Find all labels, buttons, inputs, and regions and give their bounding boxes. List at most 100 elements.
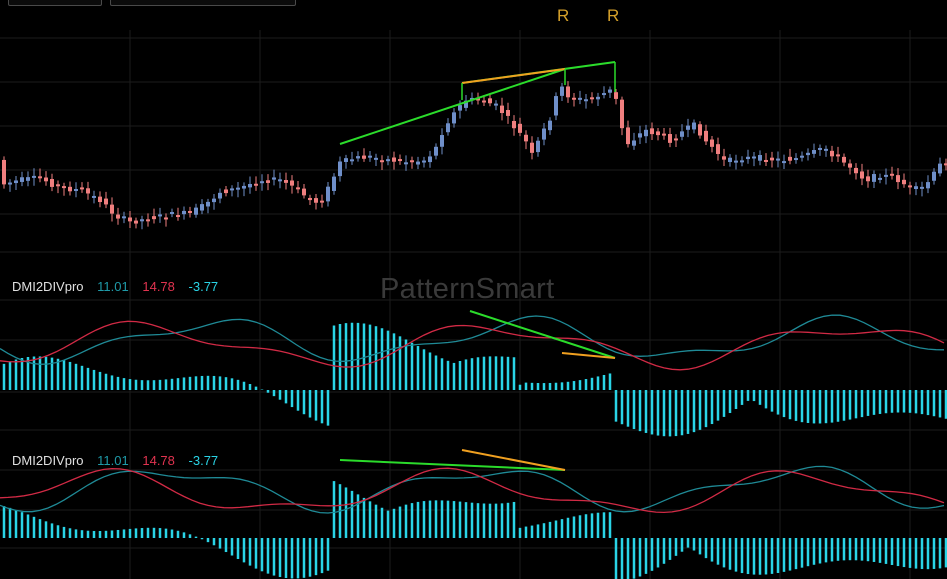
di-plus-value: 11.01 bbox=[97, 453, 129, 468]
candle-body bbox=[182, 210, 186, 215]
candle-body bbox=[614, 92, 618, 99]
candle-body bbox=[374, 157, 378, 160]
candle-body bbox=[164, 217, 168, 220]
candle-body bbox=[584, 99, 588, 102]
candle-body bbox=[866, 176, 870, 182]
candle-body bbox=[440, 135, 444, 147]
candle-body bbox=[728, 157, 732, 163]
candle-body bbox=[146, 219, 150, 222]
candle-body bbox=[506, 110, 510, 116]
candle-body bbox=[782, 161, 786, 164]
indicator-name: DMI2DIVpro bbox=[12, 453, 84, 468]
candle-body bbox=[248, 183, 252, 188]
candle-body bbox=[896, 175, 900, 183]
candle-body bbox=[686, 125, 690, 130]
candle-body bbox=[236, 187, 240, 190]
candle-body bbox=[830, 150, 834, 157]
candle-body bbox=[242, 185, 246, 189]
candle-body bbox=[620, 99, 624, 129]
toolbar-box-right[interactable] bbox=[110, 0, 296, 6]
candle-body bbox=[794, 158, 798, 161]
candle-body bbox=[848, 163, 852, 168]
candle-body bbox=[386, 159, 390, 162]
toolbar-box-left[interactable] bbox=[8, 0, 102, 6]
candle-body bbox=[932, 171, 936, 181]
candle-body bbox=[704, 130, 708, 142]
candle-body bbox=[512, 120, 516, 129]
candle-body bbox=[362, 155, 366, 159]
candle-body bbox=[224, 189, 228, 194]
candle-body bbox=[854, 167, 858, 174]
candle-body bbox=[2, 159, 6, 185]
candle-body bbox=[272, 177, 276, 180]
candle-body bbox=[134, 220, 138, 224]
candle-body bbox=[158, 214, 162, 217]
candle-body bbox=[260, 181, 264, 184]
indicator-legend-2: DMI2DIVpro 11.01 14.78 -3.77 bbox=[12, 453, 228, 468]
candle-body bbox=[494, 103, 498, 106]
candle-body bbox=[110, 204, 114, 214]
candle-body bbox=[560, 86, 564, 96]
candle-body bbox=[230, 188, 234, 191]
candle-body bbox=[368, 155, 372, 158]
candle-body bbox=[548, 120, 552, 131]
candle-body bbox=[404, 162, 408, 165]
candle-body bbox=[416, 161, 420, 165]
candle-body bbox=[314, 198, 318, 203]
trendline-indicator-1 bbox=[469, 310, 616, 359]
candle-body bbox=[176, 215, 180, 218]
candle-body bbox=[716, 144, 720, 154]
candle-body bbox=[656, 131, 660, 136]
candle-body bbox=[842, 156, 846, 163]
candle-body bbox=[122, 216, 126, 219]
candle-body bbox=[710, 139, 714, 147]
candle-body bbox=[500, 105, 504, 114]
candle-body bbox=[398, 159, 402, 162]
candle-body bbox=[878, 177, 882, 180]
candle-body bbox=[578, 97, 582, 100]
trendline-price-3 bbox=[461, 68, 566, 84]
candle-body bbox=[50, 179, 54, 187]
candle-body bbox=[206, 201, 210, 207]
candle-body bbox=[902, 179, 906, 185]
candle-body bbox=[218, 192, 222, 199]
candle-body bbox=[320, 200, 324, 203]
candle-body bbox=[800, 155, 804, 158]
candle-body bbox=[302, 188, 306, 196]
candle-body bbox=[524, 134, 528, 142]
candle-body bbox=[566, 86, 570, 98]
candle-body bbox=[626, 127, 630, 145]
watermark: PatternSmart bbox=[380, 273, 555, 305]
candle-body bbox=[926, 182, 930, 189]
candle-body bbox=[98, 196, 102, 203]
candle-body bbox=[338, 161, 342, 177]
candle-body bbox=[920, 186, 924, 189]
candle-body bbox=[938, 163, 942, 174]
candle-body bbox=[344, 158, 348, 162]
candle-body bbox=[890, 173, 894, 176]
candle-body bbox=[554, 96, 558, 116]
candle-body bbox=[278, 179, 282, 182]
candle-body bbox=[350, 159, 354, 162]
candle-body bbox=[836, 154, 840, 157]
trendline-price-1 bbox=[339, 68, 566, 145]
diff-value: -3.77 bbox=[188, 453, 219, 468]
candle-body bbox=[650, 128, 654, 135]
candle-body bbox=[776, 158, 780, 161]
candle-body bbox=[752, 156, 756, 159]
candle-body bbox=[758, 155, 762, 161]
candle-body bbox=[596, 96, 600, 100]
candle-body bbox=[530, 142, 534, 153]
candle-body bbox=[884, 174, 888, 177]
candle-body bbox=[824, 148, 828, 151]
candle-body bbox=[674, 138, 678, 141]
candle-body bbox=[746, 156, 750, 160]
indicator-legend-1: DMI2DIVpro 11.01 14.78 -3.77 bbox=[12, 279, 228, 294]
candle-body bbox=[482, 100, 486, 103]
candle-body bbox=[32, 175, 36, 178]
candle-body bbox=[194, 207, 198, 215]
candle-body bbox=[356, 156, 360, 159]
candle-body bbox=[632, 140, 636, 146]
candle-body bbox=[104, 198, 108, 205]
divergence-label-1: R bbox=[557, 6, 570, 25]
